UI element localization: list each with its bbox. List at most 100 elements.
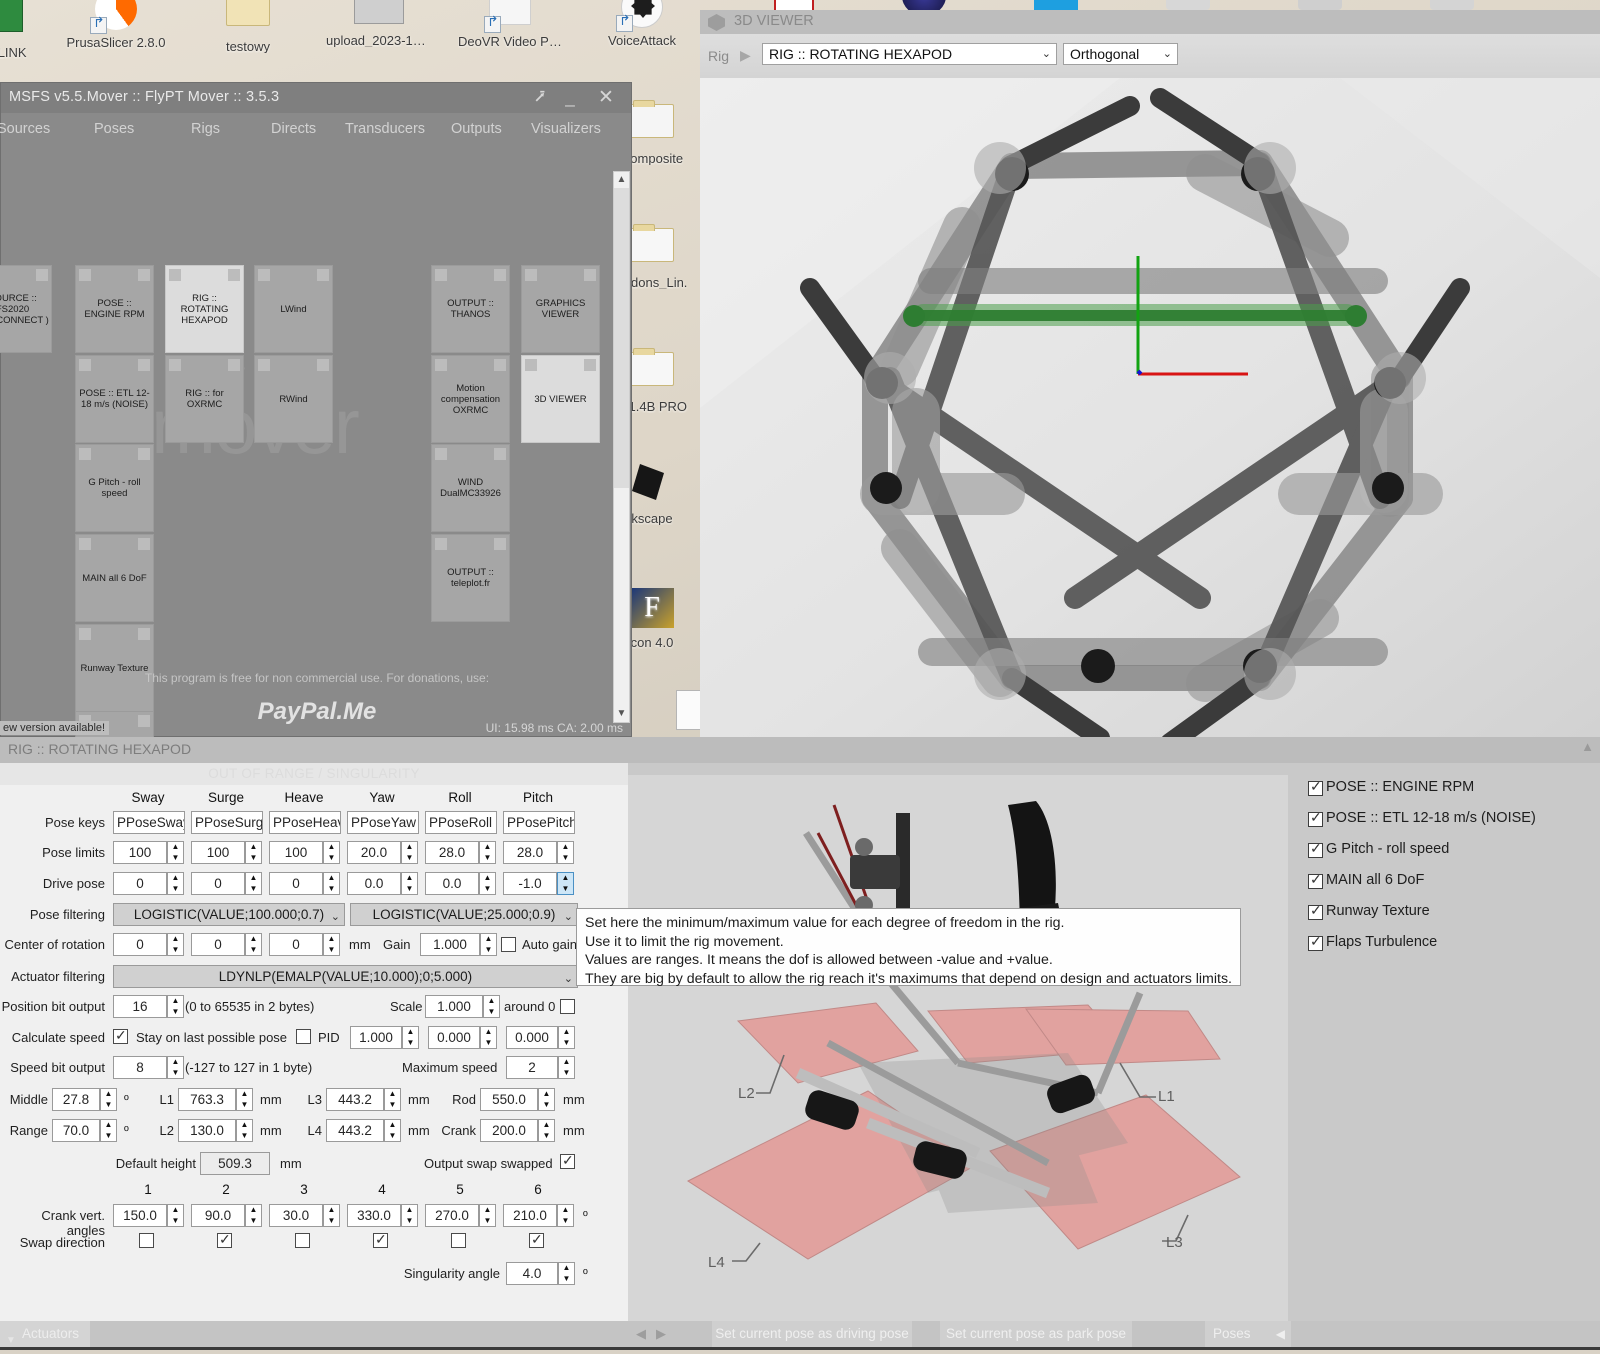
mover-node[interactable]: OUTPUT :: THANOS <box>431 265 510 353</box>
node-input-pin[interactable] <box>258 269 270 281</box>
node-output-pin[interactable] <box>228 269 240 281</box>
spinner-speed-bit-output[interactable]: ▲ ▼ <box>167 1056 184 1079</box>
spinner-center-rotation-x[interactable]: ▲ ▼ <box>167 933 184 956</box>
spinner-pose-limit-surge[interactable]: ▲ ▼ <box>245 841 262 864</box>
crank-input[interactable]: 200.0 ▲ ▼ <box>480 1119 555 1142</box>
speed-bit-output-input[interactable]: 8 ▲ ▼ <box>113 1056 184 1079</box>
viewer-3d-canvas[interactable] <box>700 78 1600 737</box>
mover-node[interactable]: SOURCE :: FS2020 (SIMCONNECT ) <box>0 265 52 353</box>
around-zero-checkbox[interactable] <box>560 999 575 1014</box>
crank-angle-4[interactable]: 330.0 ▲ ▼ <box>347 1204 418 1227</box>
node-input-pin[interactable] <box>169 359 181 371</box>
spinner-middle[interactable]: ▲ ▼ <box>100 1088 117 1111</box>
spinner-pose-limit-yaw[interactable]: ▲ ▼ <box>401 841 418 864</box>
pose-limit-pitch[interactable]: 28.0 ▲ ▼ <box>503 841 574 864</box>
spinner-center-rotation-y[interactable]: ▲ ▼ <box>245 933 262 956</box>
spinner-singularity-angle[interactable]: ▲ ▼ <box>558 1262 575 1285</box>
tab-actuators[interactable]: ▼ Actuators <box>0 1321 90 1347</box>
spinner-drive-pose-sway[interactable]: ▲ ▼ <box>167 872 184 895</box>
node-input-pin[interactable] <box>435 448 447 460</box>
restore-window-button[interactable]: ⭷ <box>527 87 553 109</box>
play-arrow-icon[interactable]: ▶ <box>740 47 751 64</box>
desktop-icon-prusaslicer[interactable]: PrusaSlicer 2.8.0 <box>64 0 168 49</box>
mover-node[interactable]: RWind <box>254 355 333 443</box>
mover-node[interactable]: GRAPHICS VIEWER <box>521 265 600 353</box>
crank-angle-6[interactable]: 210.0 ▲ ▼ <box>503 1204 574 1227</box>
center-rotation-x[interactable]: 0 ▲ ▼ <box>113 933 184 956</box>
desktop-icon-upload[interactable]: upload_2023-1-3... <box>326 0 430 47</box>
spinner-range[interactable]: ▲ ▼ <box>100 1119 117 1142</box>
new-version-badge[interactable]: ew version available! <box>0 721 110 735</box>
spinner-crank-angle-6[interactable]: ▲ ▼ <box>557 1204 574 1227</box>
node-output-pin[interactable] <box>494 538 506 550</box>
rig-select[interactable]: RIG :: ROTATING HEXAPOD ⌄ <box>762 43 1057 65</box>
output-swap-swapped-checkbox[interactable] <box>560 1152 575 1169</box>
spinner-drive-pose-yaw[interactable]: ▲ ▼ <box>401 872 418 895</box>
viewer-titlebar[interactable]: 3D VIEWER <box>700 10 1600 34</box>
pose-item-checkbox[interactable] <box>1308 902 1323 920</box>
scale-input[interactable]: 1.000 ▲ ▼ <box>425 995 500 1018</box>
spinner-pid-p[interactable]: ▲ ▼ <box>402 1026 419 1049</box>
node-input-pin[interactable] <box>79 628 91 640</box>
node-output-pin[interactable] <box>138 538 150 550</box>
node-output-pin[interactable] <box>494 359 506 371</box>
pose-limit-sway[interactable]: 100 ▲ ▼ <box>113 841 184 864</box>
node-input-pin[interactable] <box>258 359 270 371</box>
mover-node[interactable]: OUTPUT :: teleplot.fr <box>431 534 510 622</box>
node-output-pin[interactable] <box>138 359 150 371</box>
l1-input[interactable]: 763.3 ▲ ▼ <box>178 1088 253 1111</box>
pose-key-pitch[interactable]: PPosePitch <box>503 811 575 834</box>
swap-direction-5[interactable] <box>451 1233 466 1248</box>
spinner-crank-angle-4[interactable]: ▲ ▼ <box>401 1204 418 1227</box>
pose-key-sway[interactable]: PPoseSway <box>113 811 185 834</box>
pose-filtering-left-select[interactable]: LOGISTIC(VALUE;100.000;0.7) ⌄ <box>113 903 345 926</box>
close-window-button[interactable]: ✕ <box>593 87 619 109</box>
l2-input[interactable]: 130.0 ▲ ▼ <box>178 1119 253 1142</box>
drive-pose-heave[interactable]: 0 ▲ ▼ <box>269 872 340 895</box>
node-input-pin[interactable] <box>435 359 447 371</box>
mover-titlebar[interactable]: MSFS v5.5.Mover :: FlyPT Mover :: 3.5.3 … <box>1 83 631 113</box>
node-output-pin[interactable] <box>138 448 150 460</box>
spinner-drive-pose-heave[interactable]: ▲ ▼ <box>323 872 340 895</box>
actuator-filtering-select[interactable]: LDYNLP(EMALP(VALUE;10.000);0;5.000) ⌄ <box>113 965 578 988</box>
node-output-pin[interactable] <box>494 448 506 460</box>
rod-input[interactable]: 550.0 ▲ ▼ <box>480 1088 555 1111</box>
pid-d-input[interactable]: 0.000 ▲ ▼ <box>506 1026 575 1049</box>
node-output-pin[interactable] <box>584 359 596 371</box>
node-input-pin[interactable] <box>79 448 91 460</box>
swap-direction-6[interactable] <box>529 1231 544 1248</box>
node-input-pin[interactable] <box>525 359 537 371</box>
crank-angle-3[interactable]: 30.0 ▲ ▼ <box>269 1204 340 1227</box>
poses-button[interactable]: Poses ◀ <box>1205 1321 1291 1347</box>
spinner-crank[interactable]: ▲ ▼ <box>538 1119 555 1142</box>
node-input-pin[interactable] <box>435 538 447 550</box>
node-output-pin[interactable] <box>494 269 506 281</box>
minimize-window-button[interactable]: _ <box>557 87 583 109</box>
nav-next-button[interactable]: ▶ <box>656 1326 666 1342</box>
drive-pose-yaw[interactable]: 0.0 ▲ ▼ <box>347 872 418 895</box>
spinner-crank-angle-3[interactable]: ▲ ▼ <box>323 1204 340 1227</box>
maximum-speed-input[interactable]: 2 ▲ ▼ <box>506 1056 575 1079</box>
mover-node[interactable]: RIG :: ROTATING HEXAPOD <box>165 265 244 353</box>
mover-node[interactable]: RIG :: for OXRMC <box>165 355 244 443</box>
rig-3d-preview[interactable]: L1 L2 L3 L4 <box>628 763 1288 1321</box>
set-driving-pose-button[interactable]: Set current pose as driving pose <box>712 1321 912 1347</box>
spinner-scale[interactable]: ▲ ▼ <box>483 995 500 1018</box>
node-output-pin[interactable] <box>228 359 240 371</box>
spinner-pid-i[interactable]: ▲ ▼ <box>480 1026 497 1049</box>
crank-angle-2[interactable]: 90.0 ▲ ▼ <box>191 1204 262 1227</box>
node-input-pin[interactable] <box>79 538 91 550</box>
singularity-angle-input[interactable]: 4.0 ▲ ▼ <box>506 1262 575 1285</box>
spinner-maximum-speed[interactable]: ▲ ▼ <box>558 1056 575 1079</box>
pid-i-input[interactable]: 0.000 ▲ ▼ <box>428 1026 497 1049</box>
spinner-pid-d[interactable]: ▲ ▼ <box>558 1026 575 1049</box>
spinner-l3[interactable]: ▲ ▼ <box>384 1088 401 1111</box>
node-input-pin[interactable] <box>79 359 91 371</box>
spinner-pose-limit-pitch[interactable]: ▲ ▼ <box>557 841 574 864</box>
spinner-drive-pose-roll[interactable]: ▲ ▼ <box>479 872 496 895</box>
desktop-icon-testowy[interactable]: testowy <box>196 0 300 53</box>
pose-key-yaw[interactable]: PPoseYaw <box>347 811 419 834</box>
drive-pose-surge[interactable]: 0 ▲ ▼ <box>191 872 262 895</box>
l3-input[interactable]: 443.2 ▲ ▼ <box>326 1088 401 1111</box>
scroll-up-icon[interactable]: ▲ <box>614 172 629 188</box>
